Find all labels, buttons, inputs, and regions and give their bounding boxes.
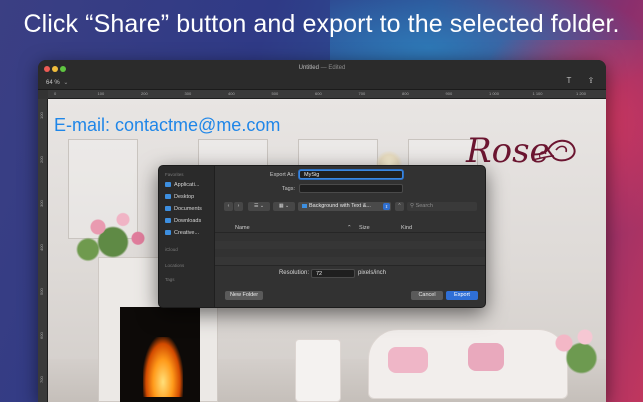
- file-list[interactable]: [215, 233, 485, 265]
- ruler-tick-label: 300: [184, 91, 192, 96]
- list-item: [215, 233, 485, 241]
- ruler-tick-label: 700: [358, 91, 366, 96]
- sidebar-item-creative-cloud[interactable]: Creative...: [165, 229, 213, 238]
- ruler-tick-label: 500: [271, 91, 279, 96]
- pedestal: [295, 339, 341, 402]
- export-as-field[interactable]: MySig: [299, 170, 403, 179]
- downloads-icon: [165, 218, 171, 224]
- applications-icon: [165, 182, 171, 188]
- sofa-pillow: [388, 347, 428, 373]
- list-item: [215, 241, 485, 249]
- ruler-tick-label: 600: [39, 332, 44, 339]
- search-field[interactable]: ⚲ Search: [407, 202, 477, 211]
- sofa-pillow: [468, 343, 504, 371]
- ruler-tick-label: 700: [39, 376, 44, 383]
- sidebar-item-label: Applicati...: [174, 182, 200, 188]
- document-name: Untitled: [298, 65, 319, 71]
- location-value: Background with Text &...: [309, 203, 371, 209]
- text-tool-icon[interactable]: T: [564, 76, 574, 86]
- desktop-icon: [165, 194, 171, 200]
- sidebar: Favorites Applicati... Desktop Documents…: [159, 166, 215, 307]
- file-list-header: Name ⌃ Size Kind: [215, 223, 485, 233]
- sidebar-header-locations: Locations: [165, 263, 185, 268]
- share-icon[interactable]: ⇪: [586, 76, 596, 86]
- column-size[interactable]: Size: [359, 225, 370, 231]
- tags-label: Tags:: [281, 186, 295, 192]
- ruler-tick-label: 0: [54, 91, 57, 96]
- list-item: [215, 257, 485, 265]
- ruler-tick-label: 100: [39, 112, 44, 119]
- search-icon: ⚲: [410, 203, 415, 209]
- export-button[interactable]: Export: [446, 291, 478, 300]
- sidebar-item-applications[interactable]: Applicati...: [165, 181, 213, 190]
- ruler-horizontal: 0 100 200 300 400 500 600 700 800 900 1 000 1 100 1 …: [48, 90, 606, 99]
- ruler-tick-label: 800: [402, 91, 409, 96]
- location-select[interactable]: Background with Text &... ⇕: [298, 202, 391, 211]
- sidebar-item-downloads[interactable]: Downloads: [165, 217, 213, 226]
- export-as-label: Export As:: [269, 172, 295, 178]
- export-dialog: Favorites Applicati... Desktop Documents…: [158, 165, 486, 308]
- sidebar-item-label: Downloads: [174, 218, 202, 224]
- ruler-tick-label: 1 000: [489, 91, 500, 96]
- sidebar-header-tags: Tags: [165, 277, 175, 282]
- ruler-tick-label: 1 100: [532, 91, 543, 96]
- resolution-label: Resolution:: [278, 270, 309, 276]
- chevron-down-icon: ⌄: [63, 80, 69, 86]
- forward-button[interactable]: ›: [234, 202, 243, 211]
- sidebar-item-documents[interactable]: Documents: [165, 205, 213, 214]
- ruler-tick-label: 200: [141, 91, 148, 96]
- titlebar: Untitled — Edited 64 % ⌄ T ⇪: [38, 60, 606, 90]
- tags-field[interactable]: [299, 184, 403, 193]
- expand-button[interactable]: ⌃: [395, 202, 404, 211]
- ruler-tick-label: 100: [97, 91, 105, 96]
- sidebar-item-label: Desktop: [174, 194, 195, 200]
- documents-icon: [165, 206, 171, 212]
- ruler-tick-label: 600: [315, 91, 322, 96]
- ruler-tick-label: 500: [39, 288, 44, 295]
- sidebar-header-icloud: iCloud: [165, 247, 178, 252]
- column-kind[interactable]: Kind: [401, 225, 412, 231]
- fire-flame: [143, 337, 183, 397]
- folder-icon: [302, 203, 307, 208]
- zoom-level: 64 %: [46, 80, 60, 86]
- list-item: [215, 249, 485, 257]
- select-arrows-icon: ⇕: [383, 203, 390, 210]
- sidebar-header-favorites: Favorites: [165, 172, 184, 177]
- resolution-field[interactable]: 72: [311, 269, 355, 278]
- grid-view-button[interactable]: ▦ ⌄: [273, 202, 295, 211]
- zoom-menu[interactable]: 64 % ⌄: [46, 79, 68, 86]
- divider: [215, 265, 485, 266]
- back-button[interactable]: ‹: [224, 202, 233, 211]
- flower-arrangement-right: [543, 319, 606, 379]
- ruler-tick-label: 200: [39, 156, 44, 163]
- email-text-layer[interactable]: E-mail: contactme@me.com: [54, 115, 280, 136]
- edited-status: Edited: [328, 65, 346, 71]
- resolution-unit: pixels/inch: [358, 270, 387, 276]
- ruler-corner: [38, 90, 48, 99]
- ruler-vertical: 100 200 300 400 500 600 700: [38, 99, 48, 402]
- cancel-button[interactable]: Cancel: [411, 291, 443, 300]
- folder-icon: [165, 230, 171, 236]
- ruler-tick-label: 900: [445, 91, 453, 96]
- sidebar-item-label: Documents: [174, 206, 202, 212]
- ruler-tick-label: 300: [39, 200, 44, 207]
- ruler-tick-label: 1 200: [576, 91, 587, 96]
- column-name[interactable]: Name: [235, 225, 250, 231]
- title-separator: —: [320, 65, 327, 71]
- new-folder-button[interactable]: New Folder: [225, 291, 263, 300]
- sidebar-item-label: Creative...: [174, 230, 200, 236]
- ruler-tick-label: 400: [228, 91, 235, 96]
- headline: Click “Share” button and export to the s…: [23, 10, 620, 38]
- sidebar-item-desktop[interactable]: Desktop: [165, 193, 213, 202]
- search-placeholder: Search: [415, 203, 433, 209]
- ruler-tick-label: 400: [39, 244, 44, 251]
- window-title: Untitled — Edited: [38, 65, 606, 71]
- flower-arrangement-left: [68, 197, 168, 272]
- list-view-button[interactable]: ☰ ⌄: [248, 202, 270, 211]
- sort-indicator-icon: ⌃: [347, 225, 352, 231]
